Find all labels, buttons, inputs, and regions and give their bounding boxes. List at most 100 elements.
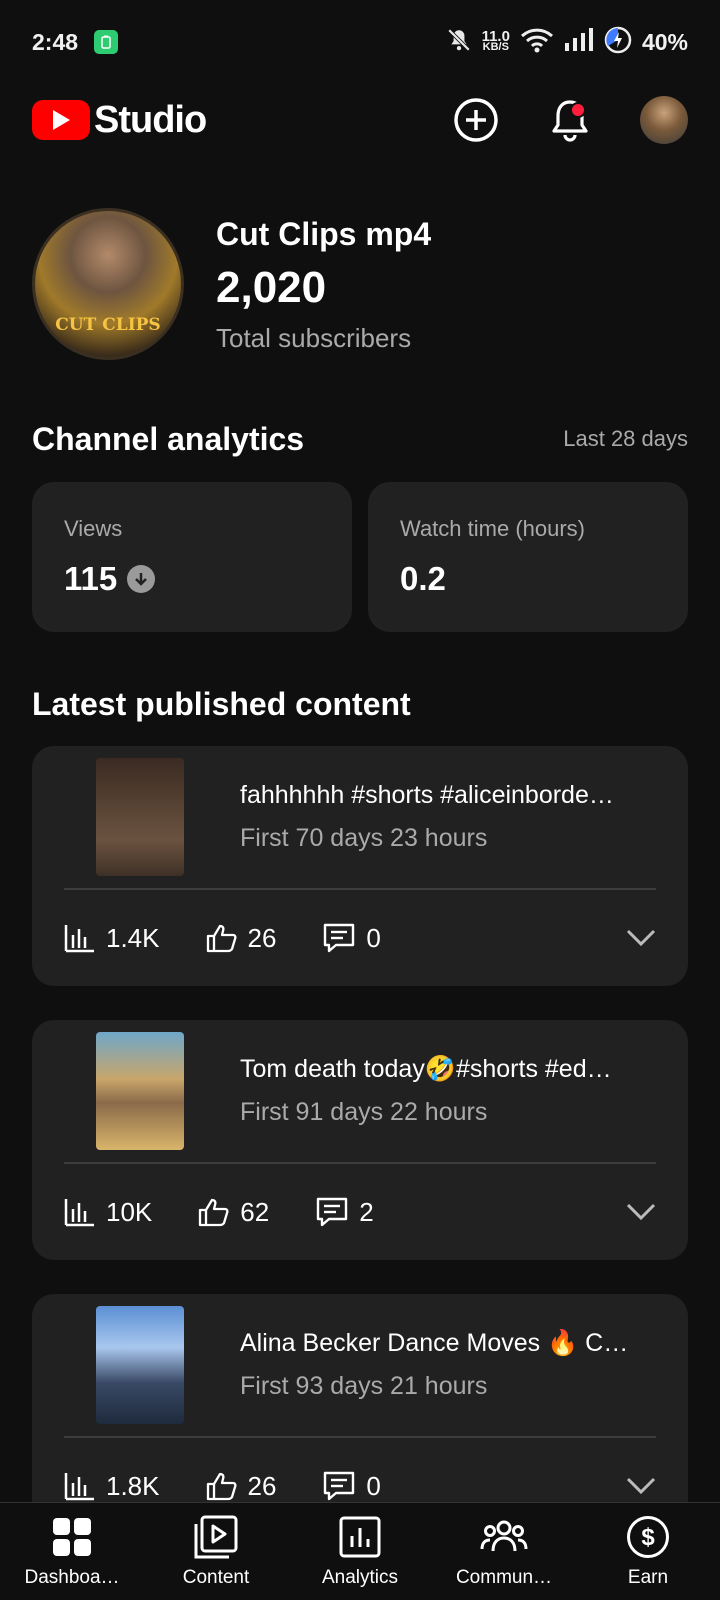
likes-count: 62 xyxy=(240,1196,270,1227)
wifi-icon xyxy=(520,27,554,58)
video-title: Alina Becker Dance Moves 🔥 C… xyxy=(240,1329,629,1357)
chevron-down-icon xyxy=(626,1477,656,1494)
video-text: fahhhhhh #shorts #aliceinborde… First 70… xyxy=(240,781,660,853)
content-card-header: Alina Becker Dance Moves 🔥 C… First 93 d… xyxy=(32,1294,688,1436)
comments-stat: 0 xyxy=(322,922,381,954)
nav-label: Content xyxy=(182,1567,250,1588)
bell-icon xyxy=(552,100,588,142)
earn-icon: $ xyxy=(626,1513,670,1561)
mute-icon xyxy=(446,27,472,58)
likes-stat: 26 xyxy=(206,1470,277,1502)
nav-analytics[interactable]: Analytics xyxy=(288,1503,432,1600)
thumbs-up-icon xyxy=(206,924,237,953)
video-thumbnail xyxy=(96,1306,184,1424)
subscriber-count: 2,020 xyxy=(216,263,327,312)
video-text: Tom death today🤣#shorts #ed… First 91 da… xyxy=(240,1055,660,1127)
views-count: 1.8K xyxy=(106,1470,160,1501)
net-speed-unit: KB/S xyxy=(482,41,509,53)
nav-community[interactable]: Commun… xyxy=(432,1503,576,1600)
bottom-nav: Dashboa… Content Analytics Commun… $ Ear… xyxy=(0,1502,720,1600)
video-thumbnail xyxy=(96,758,184,876)
bar-chart-icon xyxy=(64,925,94,953)
nav-content[interactable]: Content xyxy=(144,1503,288,1600)
channel-avatar: CUT CLIPS xyxy=(32,208,184,360)
comment-icon xyxy=(324,1471,355,1501)
content-card[interactable]: Tom death today🤣#shorts #ed… First 91 da… xyxy=(32,1020,688,1260)
content-card[interactable]: fahhhhhh #shorts #aliceinborde… First 70… xyxy=(32,746,688,986)
views-stat: 1.4K xyxy=(64,923,160,954)
account-avatar[interactable] xyxy=(640,96,688,144)
chevron-down-icon xyxy=(626,929,656,946)
notifications-button[interactable] xyxy=(546,96,594,144)
thumbs-up-icon xyxy=(206,1472,237,1501)
notification-dot xyxy=(570,102,586,118)
video-period: First 70 days 23 hours xyxy=(240,824,488,852)
status-bar: 2:48 11.0 KB/S 40% xyxy=(0,0,720,84)
latest-content-title: Latest published content xyxy=(32,686,411,722)
bar-chart-icon xyxy=(64,1473,94,1501)
analytics-title: Channel analytics xyxy=(32,420,305,457)
video-title: fahhhhhh #shorts #aliceinborde… xyxy=(240,781,614,809)
video-period: First 91 days 22 hours xyxy=(240,1098,488,1126)
watch-time-card[interactable]: Watch time (hours) 0.2 xyxy=(368,482,688,632)
status-right: 11.0 KB/S 40% xyxy=(446,26,688,59)
views-stat: 1.8K xyxy=(64,1471,160,1502)
thumbs-up-icon xyxy=(199,1198,229,1227)
nav-earn[interactable]: $ Earn xyxy=(576,1503,720,1600)
net-speed: 11.0 KB/S xyxy=(482,29,510,53)
views-stat: 10K xyxy=(64,1197,152,1228)
battery-saver-icon xyxy=(94,30,119,54)
nav-label: Analytics xyxy=(321,1567,399,1588)
content-card-header: fahhhhhh #shorts #aliceinborde… First 70… xyxy=(32,746,688,888)
expand-button[interactable] xyxy=(626,923,656,954)
analytics-cards: Views 115 Watch time (hours) 0.2 xyxy=(32,482,688,632)
channel-name: Cut Clips mp4 xyxy=(216,216,432,252)
battery-percent: 40% xyxy=(641,28,688,55)
comment-icon xyxy=(316,1197,348,1227)
views-label: Views xyxy=(64,516,123,541)
add-circle-icon xyxy=(454,98,498,142)
comments-stat: 2 xyxy=(315,1196,374,1228)
content-icon xyxy=(194,1513,238,1561)
video-title: Tom death today🤣#shorts #ed… xyxy=(240,1055,612,1083)
likes-count: 26 xyxy=(247,1470,277,1501)
views-count: 10K xyxy=(106,1196,153,1227)
comments-stat: 0 xyxy=(322,1470,381,1502)
content-card-header: Tom death today🤣#shorts #ed… First 91 da… xyxy=(32,1020,688,1162)
chevron-down-icon xyxy=(626,1203,656,1220)
watch-time-label: Watch time (hours) xyxy=(400,516,586,541)
content-card[interactable]: Alina Becker Dance Moves 🔥 C… First 93 d… xyxy=(32,1294,688,1534)
channel-summary: CUT CLIPS Cut Clips mp4 2,020 Total subs… xyxy=(32,208,431,360)
video-period: First 93 days 21 hours xyxy=(240,1372,488,1400)
comments-count: 2 xyxy=(359,1196,374,1227)
likes-count: 26 xyxy=(247,922,277,953)
channel-avatar-logo: CUT CLIPS xyxy=(55,315,161,335)
app-header: Studio xyxy=(0,84,720,156)
bar-chart-icon xyxy=(64,1199,94,1227)
expand-button[interactable] xyxy=(626,1471,656,1502)
channel-analytics-section: Channel analytics Last 28 days Views 115… xyxy=(32,416,688,632)
analytics-header: Channel analytics Last 28 days xyxy=(32,416,688,462)
nav-dashboard[interactable]: Dashboa… xyxy=(0,1503,144,1600)
nav-label: Earn xyxy=(627,1567,669,1588)
comments-count: 0 xyxy=(366,922,381,953)
channel-info: Cut Clips mp4 2,020 Total subscribers xyxy=(216,208,431,354)
video-stats: 1.4K 26 0 xyxy=(32,890,688,986)
comment-icon xyxy=(324,923,355,953)
views-card[interactable]: Views 115 xyxy=(32,482,352,632)
expand-button[interactable] xyxy=(626,1197,656,1228)
header-actions xyxy=(406,96,688,144)
trend-down-icon xyxy=(127,565,156,593)
svg-text:$: $ xyxy=(641,1524,655,1551)
views-value: 115 xyxy=(64,560,118,597)
dashboard-icon xyxy=(51,1513,93,1561)
watch-time-value-row: 0.2 xyxy=(400,560,656,598)
nav-label: Dashboa… xyxy=(24,1567,120,1588)
status-time: 2:48 xyxy=(32,28,79,55)
likes-stat: 26 xyxy=(206,922,277,954)
youtube-logo-icon xyxy=(32,100,90,140)
create-button[interactable] xyxy=(452,96,500,144)
community-icon xyxy=(480,1513,528,1561)
comments-count: 0 xyxy=(366,1470,381,1501)
views-count: 1.4K xyxy=(106,922,160,953)
